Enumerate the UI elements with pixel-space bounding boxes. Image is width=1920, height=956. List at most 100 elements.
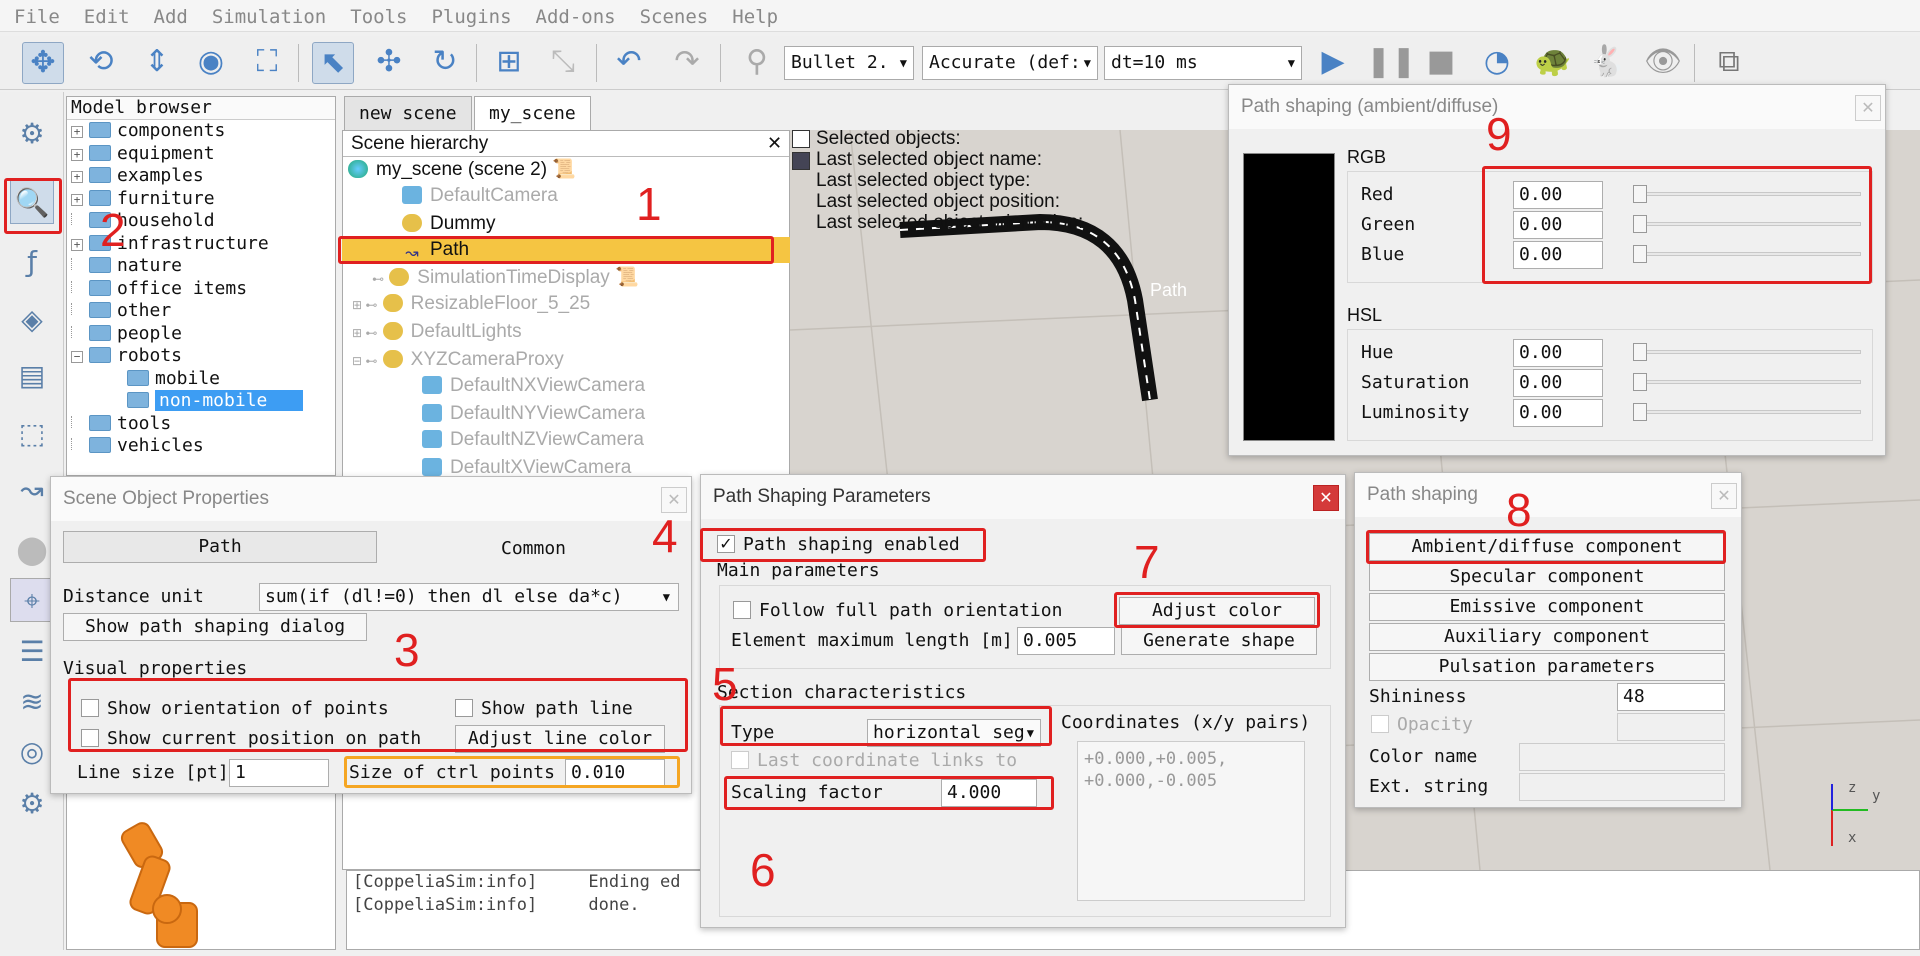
click-selection-icon[interactable]: ⬉ (312, 42, 354, 84)
hierarchy-item-simtime[interactable]: ⊷ SimulationTimeDisplay 📜 (372, 266, 639, 290)
line-size-input[interactable]: 1 (229, 759, 329, 787)
menu-tools[interactable]: Tools (336, 0, 417, 32)
camera-shift-icon[interactable]: ⇕ (136, 42, 178, 84)
expand-icon[interactable]: + (71, 238, 83, 251)
user-settings-icon[interactable]: ⚙ (10, 782, 54, 826)
close-icon[interactable]: ✕ (1711, 483, 1737, 509)
hierarchy-item-lights[interactable]: ⊞ ⊷ DefaultLights (352, 320, 522, 344)
object-rotate-icon[interactable]: ↻ (424, 42, 466, 84)
expand-icon[interactable]: + (71, 126, 83, 138)
saturation-input[interactable]: 0.00 (1513, 369, 1603, 397)
element-max-length-input[interactable]: 0.005 (1017, 627, 1115, 655)
model-folder-item[interactable]: office items (67, 278, 335, 301)
expand-icon[interactable]: + (71, 171, 83, 183)
model-folder-item[interactable]: vehicles (67, 435, 335, 458)
hierarchy-item-dummy[interactable]: Dummy (402, 212, 495, 236)
show-orientation-checkbox[interactable] (81, 699, 99, 717)
accuracy-select[interactable]: Accurate (def: ▼ (922, 46, 1098, 80)
expand-icon[interactable]: + (71, 193, 83, 206)
close-icon[interactable]: ✕ (1855, 95, 1881, 121)
hierarchy-item-nycamera[interactable]: DefaultNYViewCamera (422, 402, 645, 426)
hue-slider[interactable] (1633, 341, 1861, 363)
timestep-select[interactable]: dt=10 ms ▼ (1104, 46, 1302, 80)
ext-string-input[interactable] (1519, 773, 1725, 801)
layers-icon[interactable]: ≋ (10, 680, 54, 724)
opacity-input[interactable] (1617, 713, 1725, 741)
scene-hierarchy-icon[interactable]: ⌖ (10, 578, 54, 622)
camera-rotate-icon[interactable]: ⟲ (80, 42, 122, 84)
color-name-input[interactable] (1519, 743, 1725, 771)
model-folder-item[interactable]: + examples (67, 165, 335, 188)
hierarchy-item-path[interactable]: ↝ Path (402, 238, 469, 263)
faster-rabbit-icon[interactable]: 🐇 (1586, 42, 1628, 84)
robot-thumbnail[interactable] (97, 817, 217, 951)
redo-icon[interactable]: ↷ (666, 42, 708, 84)
model-folder-item[interactable]: + equipment (67, 143, 335, 166)
simulation-settings-icon[interactable]: ⚙ (10, 112, 54, 156)
model-folder-item[interactable]: + components (67, 120, 335, 143)
menu-add[interactable]: Add (140, 0, 198, 32)
collections-icon[interactable]: ◈ (10, 298, 54, 342)
physics-engine-select[interactable]: Bullet 2. ▼ (784, 46, 914, 80)
visualization-eye-icon[interactable]: 👁 (1642, 42, 1684, 84)
saturation-slider[interactable] (1633, 371, 1861, 393)
tab-path-properties[interactable]: Path (63, 531, 377, 563)
menu-plugins[interactable]: Plugins (417, 0, 521, 32)
model-folder-item[interactable]: tools (67, 413, 335, 436)
hierarchy-item-nzcamera[interactable]: DefaultNZViewCamera (422, 428, 644, 452)
scaling-factor-input[interactable]: 4.000 (941, 779, 1037, 807)
hierarchy-item-nxcamera[interactable]: DefaultNXViewCamera (422, 374, 645, 398)
adjust-color-button[interactable]: Adjust color (1119, 597, 1315, 625)
object-shift-icon[interactable]: ✣ (368, 42, 410, 84)
show-current-position-checkbox[interactable] (81, 729, 99, 747)
menu-addons[interactable]: Add-ons (522, 0, 626, 32)
fit-to-view-icon[interactable]: ⛶ (246, 42, 288, 84)
close-icon[interactable]: ✕ (1313, 485, 1339, 511)
model-folder-item[interactable]: nature (67, 255, 335, 278)
scene-root[interactable]: my_scene (scene 2) 📜 (348, 158, 576, 182)
stop-icon[interactable]: ■ (1420, 42, 1462, 84)
dynamics-icon[interactable]: ⚲ (736, 42, 778, 84)
overlay-toggle-icon[interactable] (792, 130, 810, 148)
undo-icon[interactable]: ↶ (608, 42, 650, 84)
adjust-line-color-button[interactable]: Adjust line color (455, 725, 665, 753)
distance-unit-select[interactable]: sum(if (dl!=0) then dl else da*c) ▼ (259, 583, 679, 611)
model-folder-item[interactable]: non-mobile (67, 390, 335, 413)
transfer-dna-icon[interactable]: ⤡ (542, 42, 584, 84)
last-coordinate-checkbox[interactable] (731, 751, 749, 769)
assemble-icon[interactable]: ⊞ (488, 42, 530, 84)
hue-input[interactable]: 0.00 (1513, 339, 1603, 367)
ambient-diffuse-button[interactable]: Ambient/diffuse component (1369, 533, 1725, 561)
model-folder-item[interactable]: other (67, 300, 335, 323)
selection-icon[interactable]: ⬤ (10, 528, 54, 572)
tab-my-scene[interactable]: my_scene (474, 96, 591, 132)
slower-turtle-icon[interactable]: 🐢 (1532, 42, 1574, 84)
menu-help[interactable]: Help (718, 0, 788, 32)
menu-file[interactable]: File (0, 0, 70, 32)
expand-icon[interactable]: + (71, 148, 83, 161)
green-input[interactable]: 0.00 (1513, 211, 1603, 239)
shininess-input[interactable]: 48 (1617, 683, 1725, 711)
scripts-icon[interactable]: ▤ (10, 354, 54, 398)
model-folder-item[interactable]: − robots (67, 345, 335, 368)
expand-icon[interactable]: − (71, 351, 83, 363)
show-path-shaping-dialog-button[interactable]: Show path shaping dialog (63, 613, 367, 641)
red-input[interactable]: 0.00 (1513, 181, 1603, 209)
ctrl-point-size-input[interactable]: 0.010 (565, 759, 665, 787)
overlay-pin-icon[interactable] (792, 152, 810, 170)
show-path-line-checkbox[interactable] (455, 699, 473, 717)
auxiliary-button[interactable]: Auxiliary component (1369, 623, 1725, 651)
section-type-select[interactable]: horizontal seg ▼ (867, 719, 1041, 747)
play-icon[interactable]: ▶ (1312, 42, 1354, 84)
shape-edit-icon[interactable]: ⬚ (10, 412, 54, 456)
hierarchy-item-floor[interactable]: ⊞ ⊷ ResizableFloor_5_25 (352, 292, 590, 316)
menu-simulation[interactable]: Simulation (198, 0, 336, 32)
model-folder-item[interactable]: people (67, 323, 335, 346)
camera-pan-icon[interactable]: ✥ (22, 42, 64, 84)
pause-icon[interactable]: ❚❚ (1366, 42, 1416, 84)
close-hierarchy-icon[interactable]: ✕ (767, 133, 782, 154)
menu-scenes[interactable]: Scenes (626, 0, 719, 32)
realtime-clock-icon[interactable]: ◔ (1476, 42, 1518, 84)
path-shaping-enabled-checkbox[interactable]: ✓ (717, 535, 735, 553)
blue-input[interactable]: 0.00 (1513, 241, 1603, 269)
